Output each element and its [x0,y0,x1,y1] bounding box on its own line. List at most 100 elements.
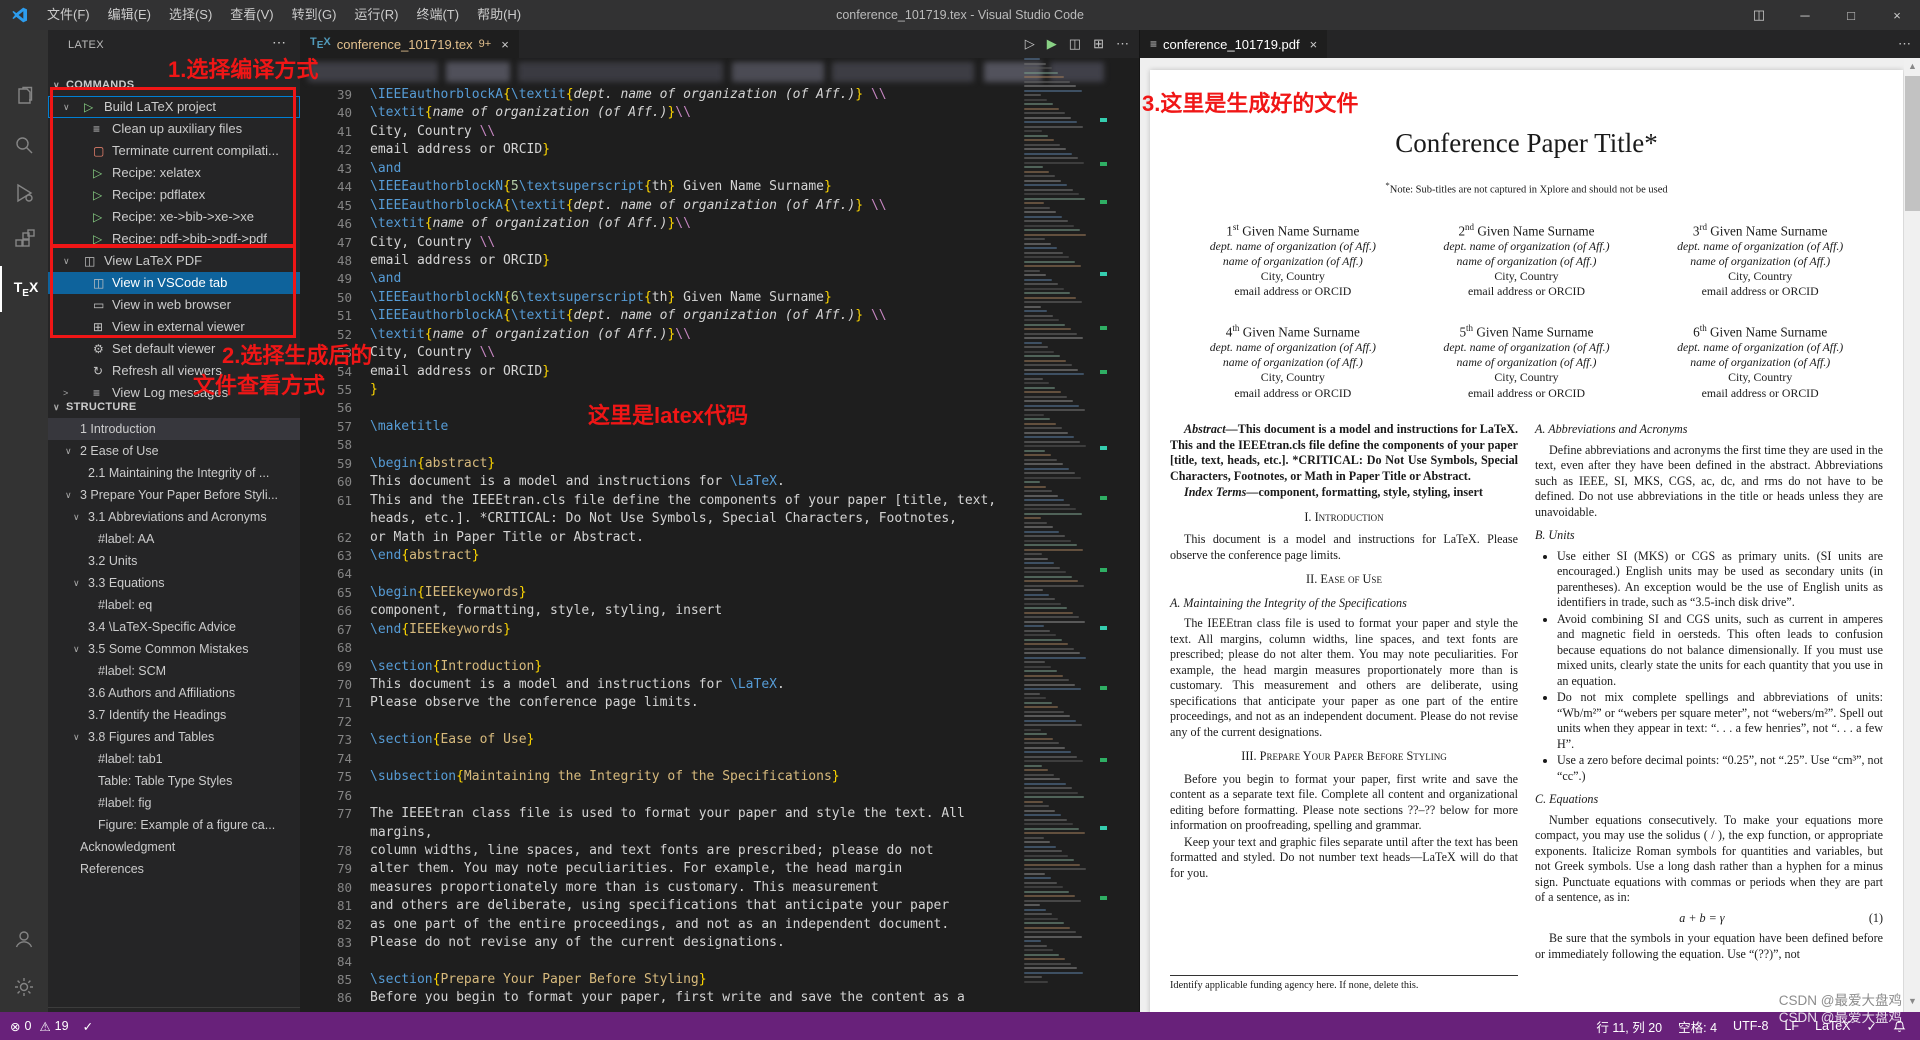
scroll-up-icon[interactable]: ▲ [1906,61,1919,71]
more-actions-icon[interactable]: ⋯ [1898,36,1911,52]
activity-explorer-icon[interactable] [0,74,48,120]
redacted-block [518,62,723,82]
structure-item[interactable]: #label: SCM [48,660,300,682]
structure-item-label: 2.1 Maintaining the Integrity of ... [88,462,269,484]
menu-1[interactable]: 编辑(E) [99,0,160,30]
sidebar-more-actions-icon[interactable]: ⋯ [272,34,286,51]
pdf-scrollbar[interactable]: ▲ ▼ [1904,58,1920,1012]
run-menu-icon[interactable]: ▷ [1025,36,1035,52]
structure-item[interactable]: 3.4 \LaTeX-Specific Advice [48,616,300,638]
sidebar-item-label: Set default viewer [112,338,215,360]
redacted-block [446,62,510,82]
scrollbar-thumb[interactable] [1905,76,1920,211]
minimap[interactable] [1020,58,1094,1012]
ruler-mark [1100,200,1107,204]
check-icon[interactable]: ✓ [1867,1019,1877,1034]
activity-account-icon[interactable] [0,916,48,962]
activity-search-icon[interactable] [0,122,48,168]
cursor-position[interactable]: 行 11, 列 20 [1596,1017,1662,1036]
layout-toggle-icon[interactable]: ◫ [1736,0,1782,30]
structure-item[interactable]: ∨3.3 Equations [48,572,300,594]
build-icon[interactable]: ▶ [1047,36,1057,52]
structure-item[interactable]: ∨3.5 Some Common Mistakes [48,638,300,660]
line-number: 78 [300,842,370,860]
close-icon[interactable]: × [1310,37,1318,52]
tab-conference-pdf[interactable]: ≡ conference_101719.pdf × [1140,30,1327,58]
ruler-mark [1100,686,1107,690]
split-editor-icon[interactable]: ⊞ [1093,36,1104,52]
tab-conference-tex[interactable]: TEX conference_101719.tex 9+ × [300,30,519,58]
chevron-down-icon: ∨ [73,506,80,528]
line-number: 63 [300,547,370,565]
menu-2[interactable]: 选择(S) [160,0,221,30]
structure-item[interactable]: ∨3.1 Abbreviations and Acronyms [48,506,300,528]
open-preview-icon[interactable]: ◫ [1069,36,1081,52]
scroll-down-icon[interactable]: ▼ [1906,996,1919,1006]
structure-item-label: #label: fig [98,792,152,814]
more-actions-icon[interactable]: ⋯ [1116,36,1129,52]
activity-extensions-icon[interactable] [0,218,48,264]
redacted-breadcrumb-blur [300,58,1139,88]
annotation-step2-line2: 文件查看方式 [193,368,325,400]
structure-item[interactable]: 2.1 Maintaining the Integrity of ... [48,462,300,484]
activity-run-debug-icon[interactable] [0,170,48,216]
pdf-author-block: 5th Given Name Surnamedept. name of orga… [1410,321,1644,400]
latex-build-status[interactable]: ✓ [83,1019,93,1034]
chevron-down-icon: ∨ [73,572,80,594]
pdf-subheading-abbreviations: A. Abbreviations and Acronyms [1535,422,1883,438]
structure-item[interactable]: #label: AA [48,528,300,550]
line-number: 62 [300,529,370,547]
structure-item[interactable]: 3.7 Identify the Headings [48,704,300,726]
ruler-mark [1100,496,1107,500]
menu-4[interactable]: 转到(G) [283,0,346,30]
pdf-heading-ease-of-use: II. Ease of Use [1170,572,1518,588]
structure-item[interactable]: Table: Table Type Styles [48,770,300,792]
structure-item-label: #label: AA [98,528,154,550]
structure-item[interactable]: References [48,858,300,880]
pdf-heading-introduction: I. Introduction [1170,510,1518,526]
structure-item[interactable]: Acknowledgment [48,836,300,858]
structure-item[interactable]: Figure: Example of a figure ca... [48,814,300,836]
code-editor[interactable]: 39\IEEEauthorblockA{\textit{dept. name o… [300,86,1020,1012]
encoding[interactable]: UTF-8 [1733,1019,1768,1033]
gear-icon: ⚙ [93,338,104,360]
pdf-bullet-item: Use either SI (MKS) or CGS as primary un… [1557,549,1883,611]
restore-button[interactable]: □ [1828,0,1874,30]
line-number: 41 [300,123,370,141]
ruler-mark [1100,626,1107,630]
structure-item-label: 1 Introduction [80,418,156,440]
tex-file-icon: TEX [310,36,331,51]
code-line: 43\and [300,160,1020,178]
structure-item[interactable]: ∨3 Prepare Your Paper Before Styli... [48,484,300,506]
structure-item[interactable]: 1 Introduction [48,418,300,440]
line-number: 68 [300,639,370,657]
menu-0[interactable]: 文件(F) [38,0,99,30]
eol-selector[interactable]: LF [1784,1019,1799,1033]
code-line: 65\begin{IEEEkeywords} [300,584,1020,602]
minimize-button[interactable]: ─ [1782,0,1828,30]
structure-item[interactable]: #label: eq [48,594,300,616]
menu-7[interactable]: 帮助(H) [468,0,530,30]
notifications-bell-icon[interactable] [1893,1020,1906,1033]
menu-6[interactable]: 终端(T) [407,0,468,30]
activity-tex-icon[interactable]: TEX [0,266,50,312]
indentation[interactable]: 空格: 4 [1678,1017,1717,1036]
structure-item[interactable]: 3.2 Units [48,550,300,572]
structure-item[interactable]: ∨3.8 Figures and Tables [48,726,300,748]
structure-item[interactable]: #label: fig [48,792,300,814]
menu-3[interactable]: 查看(V) [221,0,282,30]
close-button[interactable]: × [1874,0,1920,30]
pdf-viewer[interactable]: Conference Paper Title* *Note: Sub-title… [1140,58,1920,1012]
problems-indicator[interactable]: ⊗0 ⚠19 [10,1019,69,1034]
menu-5[interactable]: 运行(R) [345,0,407,30]
structure-item[interactable]: ∨2 Ease of Use [48,440,300,462]
pdf-equation-number: (1) [1869,911,1883,927]
line-number: 43 [300,160,370,178]
structure-item[interactable]: #label: tab1 [48,748,300,770]
line-number [300,510,370,528]
activity-settings-icon[interactable] [0,964,48,1010]
language-mode[interactable]: LaTeX [1815,1019,1850,1033]
structure-item[interactable]: 3.6 Authors and Affiliations [48,682,300,704]
ruler-mark [1100,826,1107,830]
close-icon[interactable]: × [501,37,509,52]
